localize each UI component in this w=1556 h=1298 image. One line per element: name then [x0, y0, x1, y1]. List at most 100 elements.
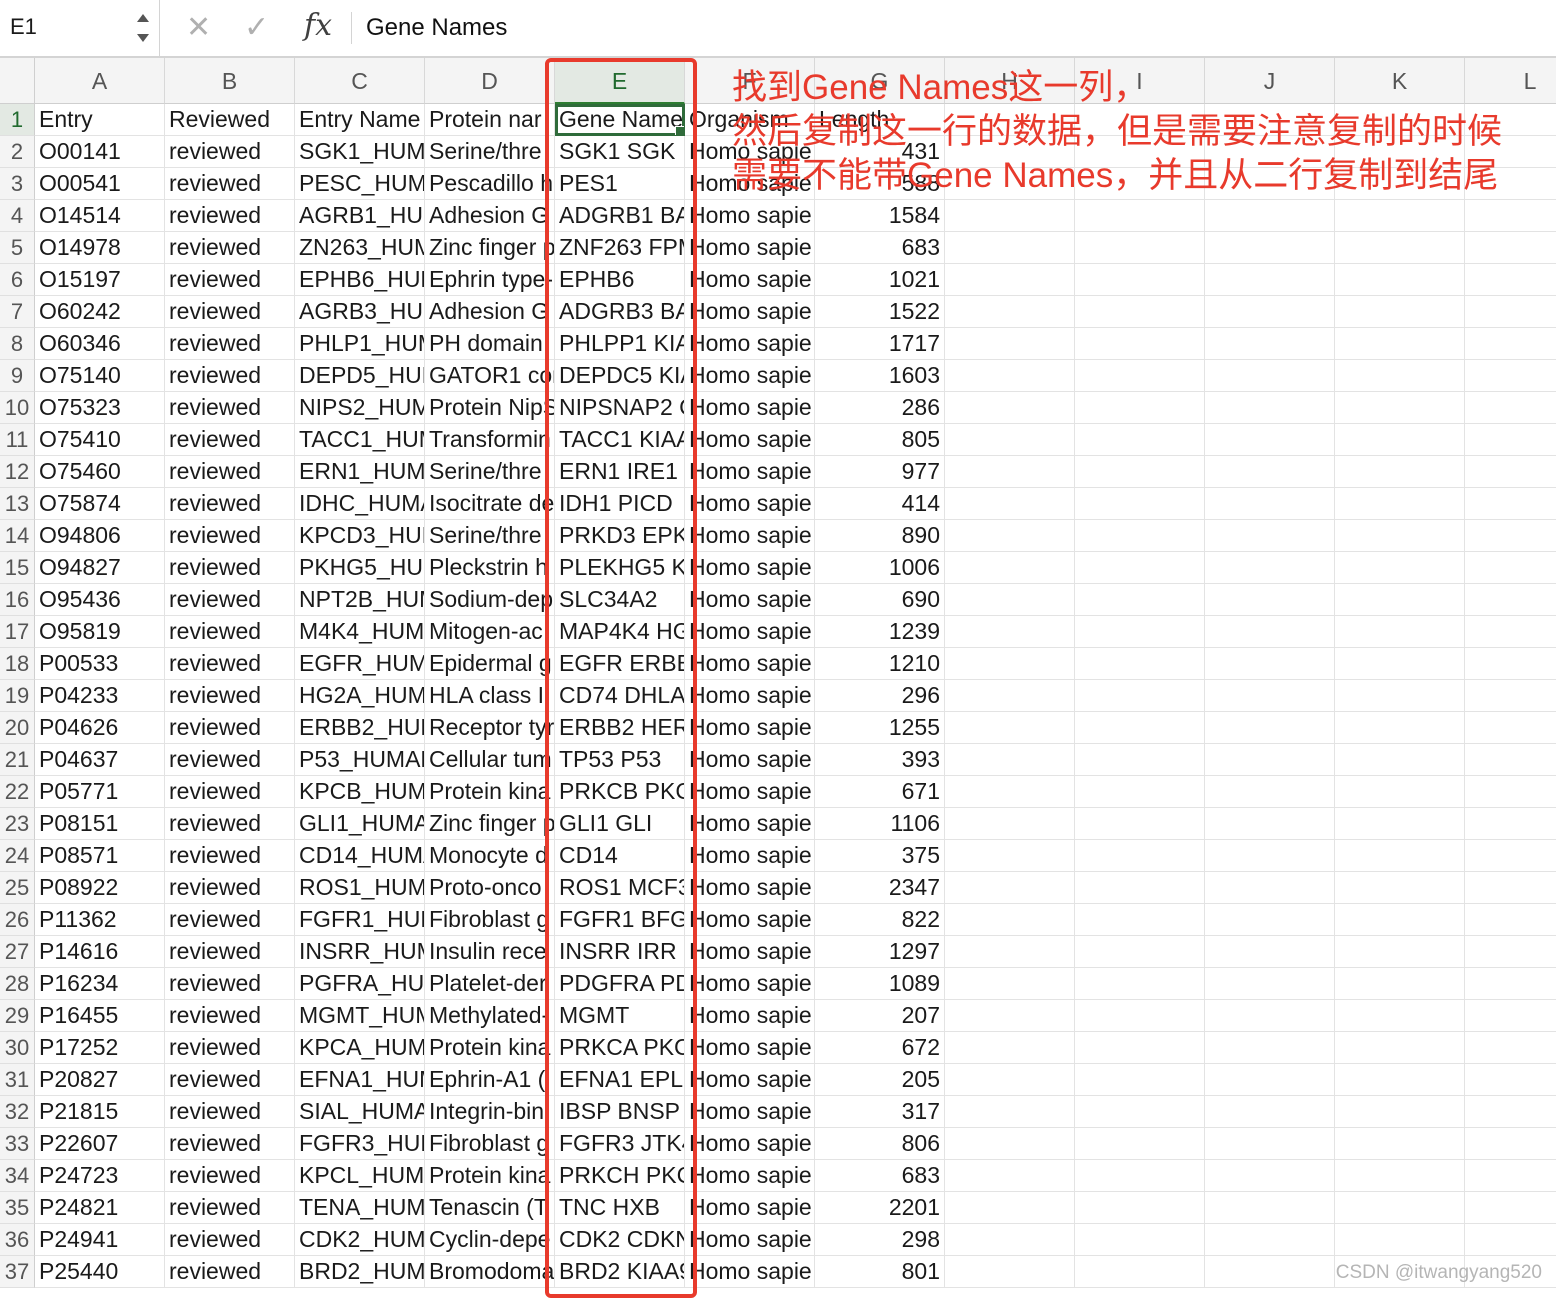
cell-d31[interactable]: Ephrin-A1 (: [425, 1064, 555, 1096]
empty-cell[interactable]: [1335, 904, 1465, 936]
cell-g32[interactable]: 317: [815, 1096, 945, 1128]
row-header[interactable]: 4: [0, 200, 35, 232]
empty-cell[interactable]: [945, 488, 1075, 520]
cell-f27[interactable]: Homo sapie: [685, 936, 815, 968]
empty-cell[interactable]: [1205, 392, 1335, 424]
row-header[interactable]: 36: [0, 1224, 35, 1256]
cell-g30[interactable]: 672: [815, 1032, 945, 1064]
cell-c2[interactable]: SGK1_HUMA: [295, 136, 425, 168]
empty-cell[interactable]: [1465, 1064, 1556, 1096]
empty-cell[interactable]: [1465, 488, 1556, 520]
empty-cell[interactable]: [945, 872, 1075, 904]
cell-g22[interactable]: 671: [815, 776, 945, 808]
cell-e15[interactable]: PLEKHG5 KI: [555, 552, 685, 584]
empty-cell[interactable]: [945, 936, 1075, 968]
empty-cell[interactable]: [1465, 360, 1556, 392]
empty-cell[interactable]: [1465, 232, 1556, 264]
cell-f29[interactable]: Homo sapie: [685, 1000, 815, 1032]
cell-a4[interactable]: O14514: [35, 200, 165, 232]
cell-e10[interactable]: NIPSNAP2 G: [555, 392, 685, 424]
cell-g17[interactable]: 1239: [815, 616, 945, 648]
cell-g19[interactable]: 296: [815, 680, 945, 712]
cell-d9[interactable]: GATOR1 cor: [425, 360, 555, 392]
cell-e24[interactable]: CD14: [555, 840, 685, 872]
row-header[interactable]: 9: [0, 360, 35, 392]
cell-a13[interactable]: O75874: [35, 488, 165, 520]
empty-cell[interactable]: [945, 744, 1075, 776]
empty-cell[interactable]: [945, 1032, 1075, 1064]
cell-f13[interactable]: Homo sapie: [685, 488, 815, 520]
cell-a28[interactable]: P16234: [35, 968, 165, 1000]
empty-cell[interactable]: [945, 296, 1075, 328]
cell-g23[interactable]: 1106: [815, 808, 945, 840]
row-header[interactable]: 8: [0, 328, 35, 360]
cell-b25[interactable]: reviewed: [165, 872, 295, 904]
cell-g6[interactable]: 1021: [815, 264, 945, 296]
select-all-corner[interactable]: [0, 58, 35, 104]
empty-cell[interactable]: [1075, 552, 1205, 584]
cell-reference[interactable]: E1: [10, 14, 37, 40]
cell-a14[interactable]: O94806: [35, 520, 165, 552]
row-header[interactable]: 15: [0, 552, 35, 584]
cell-f28[interactable]: Homo sapie: [685, 968, 815, 1000]
empty-cell[interactable]: [1465, 264, 1556, 296]
empty-cell[interactable]: [945, 136, 1075, 168]
cell-c30[interactable]: KPCA_HUMA: [295, 1032, 425, 1064]
cell-e20[interactable]: ERBB2 HER2: [555, 712, 685, 744]
cell-d5[interactable]: Zinc finger p: [425, 232, 555, 264]
cell-f12[interactable]: Homo sapie: [685, 456, 815, 488]
empty-cell[interactable]: [1075, 1160, 1205, 1192]
empty-cell[interactable]: [1075, 136, 1205, 168]
cell-e34[interactable]: PRKCH PKCL: [555, 1160, 685, 1192]
empty-cell[interactable]: [1335, 200, 1465, 232]
row-header[interactable]: 29: [0, 1000, 35, 1032]
row-header[interactable]: 13: [0, 488, 35, 520]
cell-e12[interactable]: ERN1 IRE1: [555, 456, 685, 488]
empty-cell[interactable]: [1465, 968, 1556, 1000]
empty-cell[interactable]: [1205, 360, 1335, 392]
cell-b12[interactable]: reviewed: [165, 456, 295, 488]
cell-a10[interactable]: O75323: [35, 392, 165, 424]
empty-cell[interactable]: [1205, 584, 1335, 616]
cell-f3[interactable]: Homo sapie: [685, 168, 815, 200]
cell-e6[interactable]: EPHB6: [555, 264, 685, 296]
cell-d4[interactable]: Adhesion G: [425, 200, 555, 232]
cancel-icon[interactable]: ✕: [186, 10, 211, 45]
cell-g29[interactable]: 207: [815, 1000, 945, 1032]
empty-cell[interactable]: [945, 168, 1075, 200]
cell-a27[interactable]: P14616: [35, 936, 165, 968]
cell-c1[interactable]: Entry Name: [295, 104, 425, 136]
empty-cell[interactable]: [1465, 776, 1556, 808]
empty-cell[interactable]: [1205, 296, 1335, 328]
cell-a30[interactable]: P17252: [35, 1032, 165, 1064]
column-header-j[interactable]: J: [1205, 58, 1335, 104]
empty-cell[interactable]: [1465, 200, 1556, 232]
empty-cell[interactable]: [945, 616, 1075, 648]
cell-c23[interactable]: GLI1_HUMA: [295, 808, 425, 840]
empty-cell[interactable]: [1465, 616, 1556, 648]
empty-cell[interactable]: [1465, 392, 1556, 424]
cell-a22[interactable]: P05771: [35, 776, 165, 808]
empty-cell[interactable]: [1075, 1192, 1205, 1224]
empty-cell[interactable]: [1465, 1128, 1556, 1160]
cell-c19[interactable]: HG2A_HUMA: [295, 680, 425, 712]
column-header-d[interactable]: D: [425, 58, 555, 104]
row-header[interactable]: 17: [0, 616, 35, 648]
empty-cell[interactable]: [1335, 392, 1465, 424]
cell-g18[interactable]: 1210: [815, 648, 945, 680]
cell-e35[interactable]: TNC HXB: [555, 1192, 685, 1224]
row-header[interactable]: 33: [0, 1128, 35, 1160]
cell-c32[interactable]: SIAL_HUMA: [295, 1096, 425, 1128]
cell-b20[interactable]: reviewed: [165, 712, 295, 744]
spreadsheet-grid[interactable]: A B C D E F G H I J K L 1 Entry Reviewed Entry Name Prot…: [0, 58, 1556, 1292]
cell-f30[interactable]: Homo sapie: [685, 1032, 815, 1064]
cell-c9[interactable]: DEPD5_HUM: [295, 360, 425, 392]
empty-cell[interactable]: [1465, 520, 1556, 552]
cell-a36[interactable]: P24941: [35, 1224, 165, 1256]
formula-input[interactable]: Gene Names: [366, 14, 507, 42]
empty-cell[interactable]: [1205, 680, 1335, 712]
empty-cell[interactable]: [1075, 744, 1205, 776]
cell-g35[interactable]: 2201: [815, 1192, 945, 1224]
row-header[interactable]: 7: [0, 296, 35, 328]
cell-d16[interactable]: Sodium-dep: [425, 584, 555, 616]
